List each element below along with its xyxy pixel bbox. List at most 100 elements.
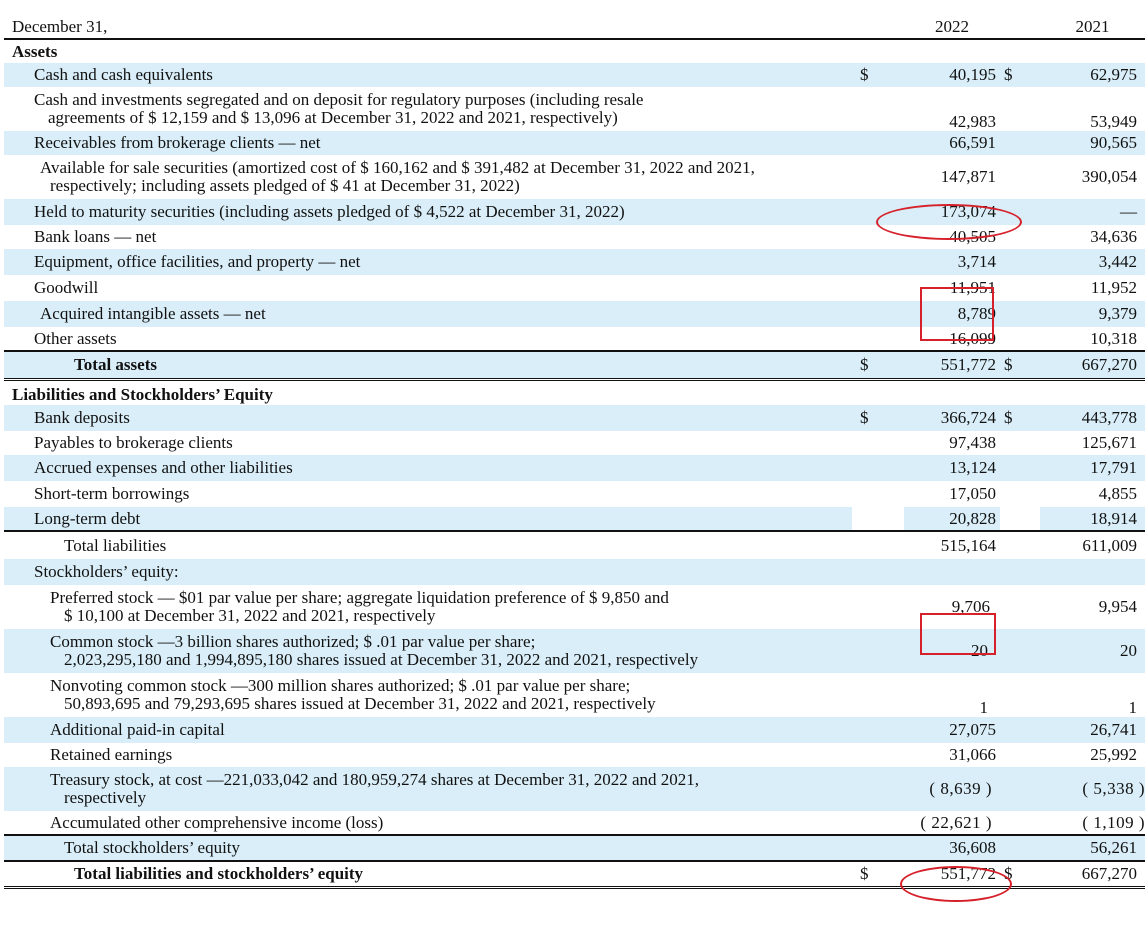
table-row: Receivables from brokerage clients — net… [4, 131, 1145, 156]
dollar-sign: $ [1000, 350, 1040, 381]
table-row: Long-term debt 20,828 18,914 [4, 507, 1145, 532]
dollar-sign: $ [1000, 63, 1040, 88]
row-label-line2: 50,893,695 and 79,293,695 shares issued … [64, 694, 656, 714]
dollar-sign: $ [852, 860, 904, 889]
value-2021: 90,565 [1040, 131, 1145, 156]
total-2021: 667,270 [1040, 350, 1145, 381]
total-2022: 551,772 [904, 350, 1000, 381]
table-row: Cash and cash equivalents $ 40,195 $ 62,… [4, 63, 1145, 88]
dollar-sign: $ [852, 405, 904, 432]
value-2021: ( 1,109 ) [1040, 811, 1145, 836]
row-label: Other assets [34, 328, 117, 348]
row-label-line2: 2,023,295,180 and 1,994,895,180 shares i… [64, 650, 699, 670]
row-label: Nonvoting common stock —300 million shar… [4, 673, 852, 717]
section-title: Stockholders’ equity: [4, 559, 1145, 586]
value-2022: 27,075 [904, 717, 1000, 744]
value-2022: 13,124 [904, 455, 1000, 482]
row-label: Cash and cash equivalents [4, 63, 852, 88]
table-row: Retained earnings 31,066 25,992 [4, 743, 1145, 767]
row-label-line2: agreements of $ 12,159 and $ 13,096 at D… [48, 108, 618, 128]
value-2021: 4,855 [1098, 484, 1137, 504]
highlight-box-goodwill-intangibles [920, 287, 994, 341]
value-2021: 20 [1040, 629, 1145, 674]
row-label: Retained earnings [50, 745, 173, 765]
value-2022: 17,050 [949, 484, 996, 504]
row-label: Preferred stock — $01 par value per shar… [4, 585, 852, 629]
total-liabilities-row: Total liabilities 515,164 611,009 [4, 530, 1145, 560]
value-2022: 97,438 [949, 433, 996, 453]
row-label-line1: Treasury stock, at cost —221,033,042 and… [50, 770, 700, 789]
highlight-oval-held-to-maturity [876, 204, 1022, 240]
section-assets: Assets [4, 39, 1145, 63]
value-2022: 366,724 [904, 405, 1000, 432]
row-label-line1: Preferred stock — $01 par value per shar… [50, 588, 669, 607]
table-row: Cash and investments segregated and on d… [4, 87, 1145, 131]
total-2021: 56,261 [1040, 834, 1145, 862]
row-label-line1: Available for sale securities (amortized… [40, 158, 755, 177]
total-label: Total liabilities [4, 530, 852, 560]
value-2021: — [1040, 199, 1145, 226]
balance-sheet: December 31, 2022 2021 Assets Cash and c… [0, 0, 1147, 902]
total-2021: 667,270 [1040, 860, 1145, 889]
total-label: Total assets [4, 350, 852, 381]
value-2022: 3,714 [904, 249, 1000, 276]
section-title: Assets [12, 41, 58, 61]
value-2022: 66,591 [904, 131, 1000, 156]
value-2022: 42,983 [949, 112, 996, 131]
row-label: Treasury stock, at cost —221,033,042 and… [4, 767, 852, 812]
row-label: Common stock —3 billion shares authorize… [4, 629, 852, 674]
date-label: December 31, [4, 0, 852, 41]
value-2021: 62,975 [1040, 63, 1145, 88]
value-2021: 10,318 [1040, 327, 1145, 352]
row-label: Cash and investments segregated and on d… [4, 87, 852, 131]
table-row: Payables to brokerage clients 97,438 125… [4, 431, 1145, 455]
value-2021: 9,379 [1040, 301, 1145, 328]
dollar-sign: $ [852, 63, 904, 88]
row-label: Goodwill [34, 278, 99, 298]
row-label: Long-term debt [4, 507, 852, 532]
balance-sheet-table: December 31, 2022 2021 Assets Cash and c… [4, 0, 1145, 889]
value-2021: 25,992 [1090, 745, 1137, 765]
row-label: Short-term borrowings [34, 484, 190, 504]
row-label-line1: Common stock —3 billion shares authorize… [50, 632, 536, 651]
value-2022: 1 [979, 698, 989, 717]
section-title: Liabilities and Stockholders’ Equity [12, 384, 273, 404]
highlight-oval-total-equity [900, 866, 1012, 902]
value-2021: 443,778 [1040, 405, 1145, 432]
total-assets-row: Total assets $ 551,772 $ 667,270 [4, 350, 1145, 381]
row-label: Receivables from brokerage clients — net [4, 131, 852, 156]
row-label: Held to maturity securities (including a… [4, 199, 852, 226]
value-2022: ( 22,621 ) [904, 811, 1000, 836]
row-label: Additional paid-in capital [4, 717, 852, 744]
table-row: Equipment, office facilities, and proper… [4, 249, 1145, 276]
row-label-line2: respectively; including assets pledged o… [50, 176, 520, 196]
dollar-sign: $ [1000, 405, 1040, 432]
total-label: Total liabilities and stockholders’ equi… [4, 860, 852, 889]
row-label: Accumulated other comprehensive income (… [50, 812, 384, 832]
dollar-sign: $ [852, 350, 904, 381]
row-label: Accrued expenses and other liabilities [4, 455, 852, 482]
row-label-line1: Nonvoting common stock —300 million shar… [50, 676, 631, 695]
table-row: Additional paid-in capital 27,075 26,741 [4, 717, 1145, 744]
row-label: Equipment, office facilities, and proper… [4, 249, 852, 276]
total-label: Total stockholders’ equity [4, 834, 852, 862]
total-equity-row: Total stockholders’ equity 36,608 56,261 [4, 834, 1145, 862]
table-row: Accrued expenses and other liabilities 1… [4, 455, 1145, 482]
value-2021: 18,914 [1040, 507, 1145, 532]
value-2021: 17,791 [1040, 455, 1145, 482]
total-2022: 515,164 [904, 530, 1000, 560]
header-row: December 31, 2022 2021 [4, 0, 1145, 41]
value-2022: 31,066 [949, 745, 996, 765]
total-2022: 36,608 [904, 834, 1000, 862]
table-row: Available for sale securities (amortized… [4, 155, 1145, 199]
row-label-line2: $ 10,100 at December 31, 2022 and 2021, … [64, 606, 436, 626]
value-2021: 1 [1128, 698, 1138, 717]
table-row: Short-term borrowings 17,050 4,855 [4, 481, 1145, 507]
section-liabilities: Liabilities and Stockholders’ Equity [4, 379, 1145, 405]
total-2021: 611,009 [1040, 530, 1145, 560]
row-label: Payables to brokerage clients [34, 433, 233, 453]
value-2021: 3,442 [1040, 249, 1145, 276]
value-2021: 53,949 [1090, 112, 1137, 131]
value-2021: 34,636 [1090, 227, 1137, 247]
value-2021: 125,671 [1081, 433, 1137, 453]
